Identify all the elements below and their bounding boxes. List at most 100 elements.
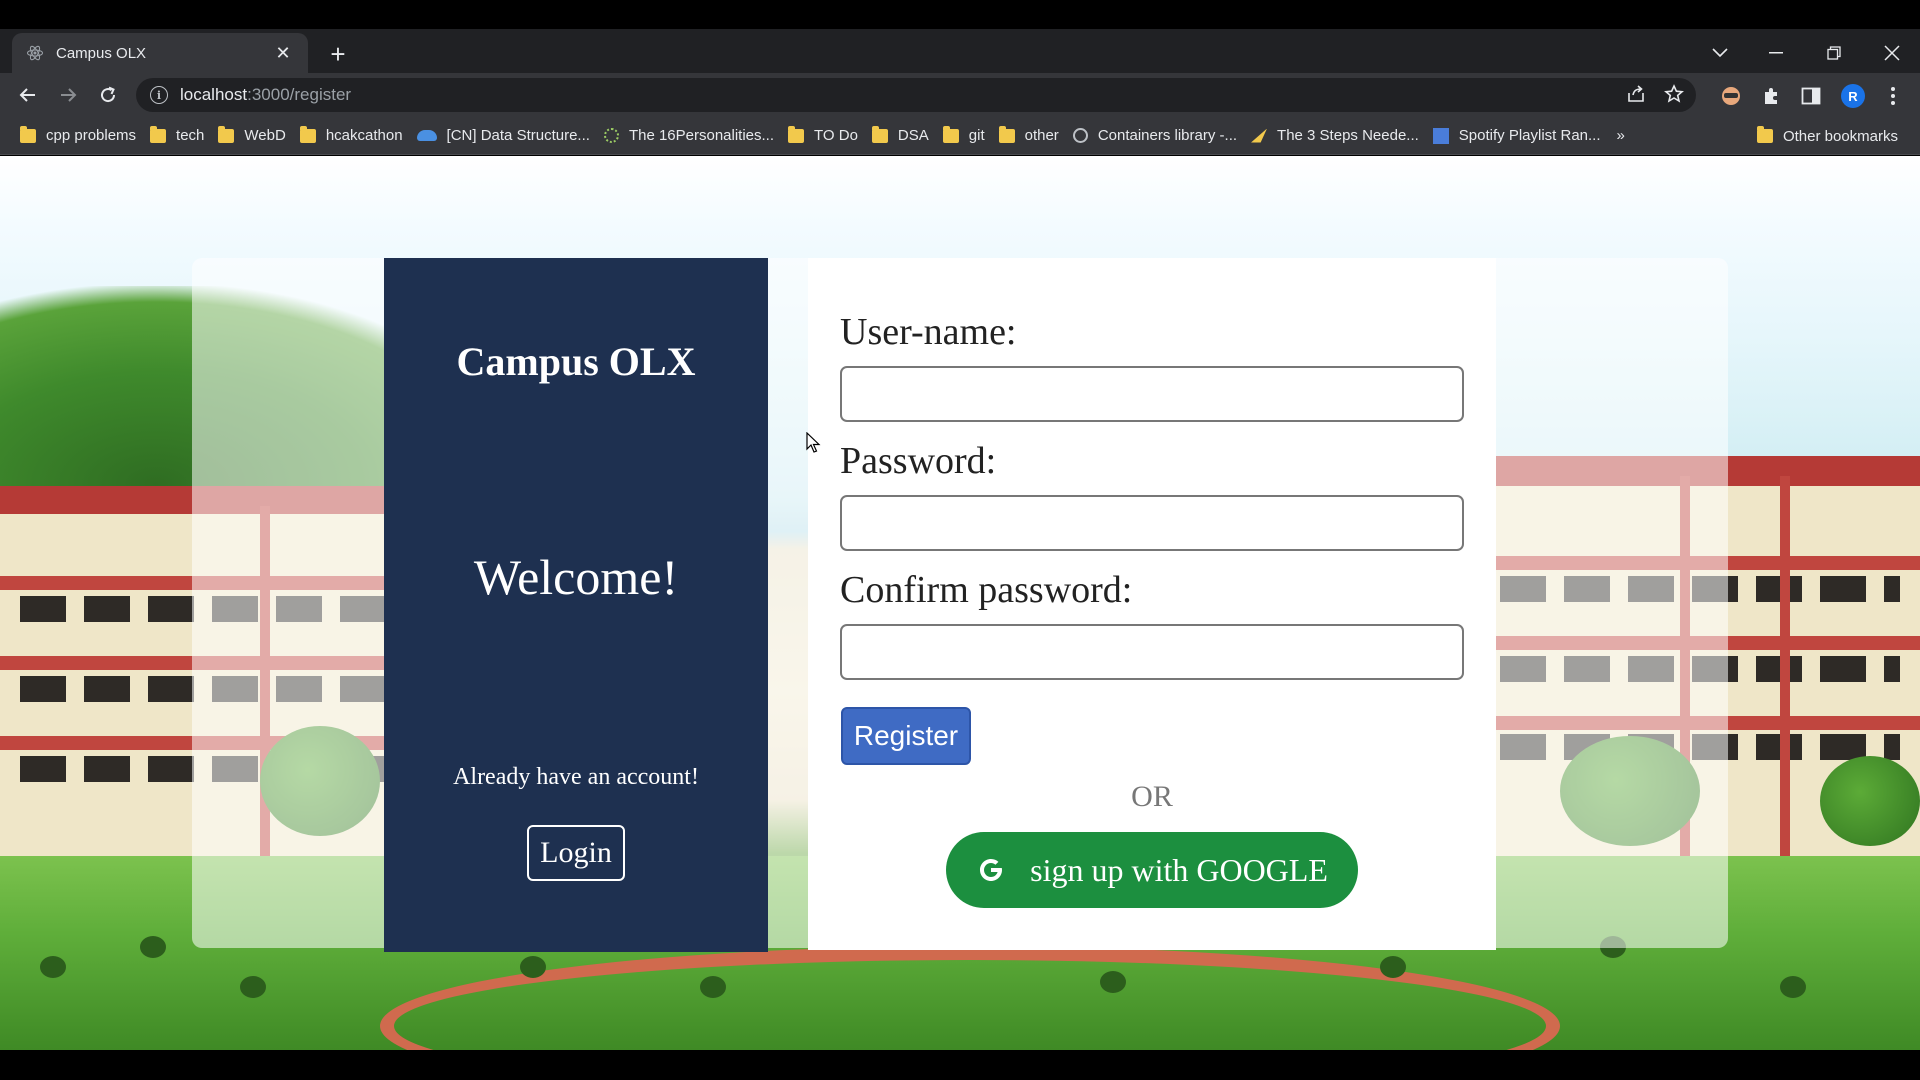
side-panel-icon[interactable] xyxy=(1798,83,1824,109)
bookmark-label: WebD xyxy=(244,127,286,144)
google-g-icon xyxy=(976,855,1006,885)
folder-icon xyxy=(218,125,235,143)
extensions-puzzle-icon[interactable] xyxy=(1758,83,1784,109)
bookmark-label: The 3 Steps Neede... xyxy=(1277,127,1419,144)
forward-arrow-icon[interactable] xyxy=(54,81,82,109)
background-bush xyxy=(700,976,726,998)
username-label: User-name: xyxy=(840,311,1017,353)
have-account-text: Already have an account! xyxy=(453,764,699,790)
other-bookmarks[interactable]: Other bookmarks xyxy=(1753,122,1908,150)
new-tab-button[interactable]: + xyxy=(324,41,352,69)
omnibox-actions xyxy=(1626,84,1684,109)
bookmark-item[interactable]: Spotify Playlist Ran... xyxy=(1429,122,1611,150)
bookmark-item[interactable]: other xyxy=(995,122,1069,150)
folder-icon xyxy=(998,125,1015,143)
minimize-button[interactable] xyxy=(1756,37,1796,69)
bookmark-item[interactable]: cpp problems xyxy=(16,122,146,150)
url-path: :3000/register xyxy=(247,85,352,104)
profile-initial: R xyxy=(1841,84,1865,108)
site-icon xyxy=(1072,128,1088,143)
bookmark-label: TO Do xyxy=(814,127,858,144)
address-bar[interactable]: i localhost:3000/register xyxy=(136,78,1696,112)
bookmark-item[interactable]: The 3 Steps Neede... xyxy=(1247,122,1429,150)
username-input[interactable] xyxy=(840,366,1464,422)
background-pillar xyxy=(1780,476,1790,876)
folder-icon xyxy=(1756,126,1773,143)
confirm-password-label: Confirm password: xyxy=(840,569,1133,611)
or-divider: OR xyxy=(1131,780,1173,813)
bookmark-item[interactable]: tech xyxy=(146,122,214,150)
react-favicon-icon xyxy=(26,44,44,62)
folder-icon xyxy=(788,125,805,143)
bookmark-item[interactable]: The 16Personalities... xyxy=(600,122,784,150)
bookmark-item[interactable]: Containers library -... xyxy=(1069,122,1247,150)
google-signup-button[interactable]: sign up with GOOGLE xyxy=(946,832,1358,908)
background-tree xyxy=(1820,756,1920,846)
page-viewport: Campus OLX Welcome! Already have an acco… xyxy=(0,156,1920,1050)
welcome-heading: Welcome! xyxy=(473,549,679,605)
other-bookmarks-label: Other bookmarks xyxy=(1782,127,1898,145)
password-label: Password: xyxy=(840,440,997,482)
background-bush xyxy=(140,936,166,958)
bookmark-item[interactable]: WebD xyxy=(214,122,295,150)
bookmark-label: [CN] Data Structure... xyxy=(446,127,590,144)
restore-button[interactable] xyxy=(1814,37,1854,69)
reload-icon[interactable] xyxy=(94,81,122,109)
background-bush xyxy=(1380,956,1406,978)
background-bush xyxy=(40,956,66,978)
bookmarks-bar: cpp problems tech WebD hcakcathon [CN] D… xyxy=(0,117,1920,155)
bookmark-item[interactable]: git xyxy=(939,122,995,150)
register-button[interactable]: Register xyxy=(841,707,971,765)
bookmark-label: tech xyxy=(176,127,205,144)
bookmark-label: DSA xyxy=(897,127,929,144)
folder-icon xyxy=(299,125,316,143)
bookmark-item[interactable]: hcakcathon xyxy=(296,122,413,150)
bookmark-item[interactable]: TO Do xyxy=(784,122,868,150)
extension-face-icon[interactable] xyxy=(1718,83,1744,109)
bookmark-label: other xyxy=(1024,127,1059,144)
url-host: localhost xyxy=(180,85,248,104)
cloud-icon xyxy=(416,130,437,141)
welcome-panel: Campus OLX Welcome! Already have an acco… xyxy=(384,258,768,952)
brand-title: Campus OLX xyxy=(456,339,696,384)
screen: Campus OLX ✕ + i localhost:3000/registe xyxy=(0,0,1920,1080)
browser-toolbar: i localhost:3000/register R xyxy=(0,73,1920,117)
browser-menu-icon[interactable] xyxy=(1880,83,1906,109)
back-arrow-icon[interactable] xyxy=(14,81,42,109)
background-bush xyxy=(520,956,546,978)
background-bush xyxy=(1780,976,1806,998)
tab-close-icon[interactable]: ✕ xyxy=(272,42,294,64)
bookmark-label: git xyxy=(968,127,985,144)
browser-tab-active[interactable]: Campus OLX ✕ xyxy=(12,33,308,73)
share-icon[interactable] xyxy=(1626,84,1646,109)
tab-strip: Campus OLX ✕ + xyxy=(0,29,1920,73)
bookmark-label: hcakcathon xyxy=(325,127,403,144)
google-signup-label: sign up with GOOGLE xyxy=(1030,851,1328,888)
mouse-cursor-icon xyxy=(806,432,821,453)
profile-avatar[interactable]: R xyxy=(1840,83,1866,109)
site-info-icon[interactable]: i xyxy=(150,86,168,104)
tab-title: Campus OLX xyxy=(56,44,147,62)
bookmark-item[interactable]: [CN] Data Structure... xyxy=(413,122,600,150)
bookmark-label: The 16Personalities... xyxy=(628,127,775,144)
folder-icon xyxy=(871,125,888,143)
tab-search-chevron-icon[interactable] xyxy=(1700,37,1740,69)
background-bush xyxy=(1100,971,1126,993)
bookmark-item[interactable]: DSA xyxy=(868,122,939,150)
register-form: User-name: Password: Confirm password: R… xyxy=(808,258,1496,950)
folder-icon xyxy=(942,125,959,143)
confirm-password-input[interactable] xyxy=(840,624,1464,680)
bookmarks-overflow-chevron[interactable]: » xyxy=(1617,127,1625,144)
close-window-button[interactable] xyxy=(1872,37,1912,69)
folder-icon xyxy=(20,125,36,143)
bookmark-label: Containers library -... xyxy=(1097,127,1238,144)
login-button[interactable]: Login xyxy=(527,825,625,881)
background-bush xyxy=(240,976,266,998)
bookmark-star-icon[interactable] xyxy=(1664,84,1684,109)
folder-icon xyxy=(150,125,167,143)
password-input[interactable] xyxy=(840,495,1464,551)
bookmark-label: Spotify Playlist Ran... xyxy=(1458,127,1601,144)
site-icon xyxy=(1251,128,1268,143)
site-icon xyxy=(1432,127,1449,144)
site-icon xyxy=(603,128,619,143)
